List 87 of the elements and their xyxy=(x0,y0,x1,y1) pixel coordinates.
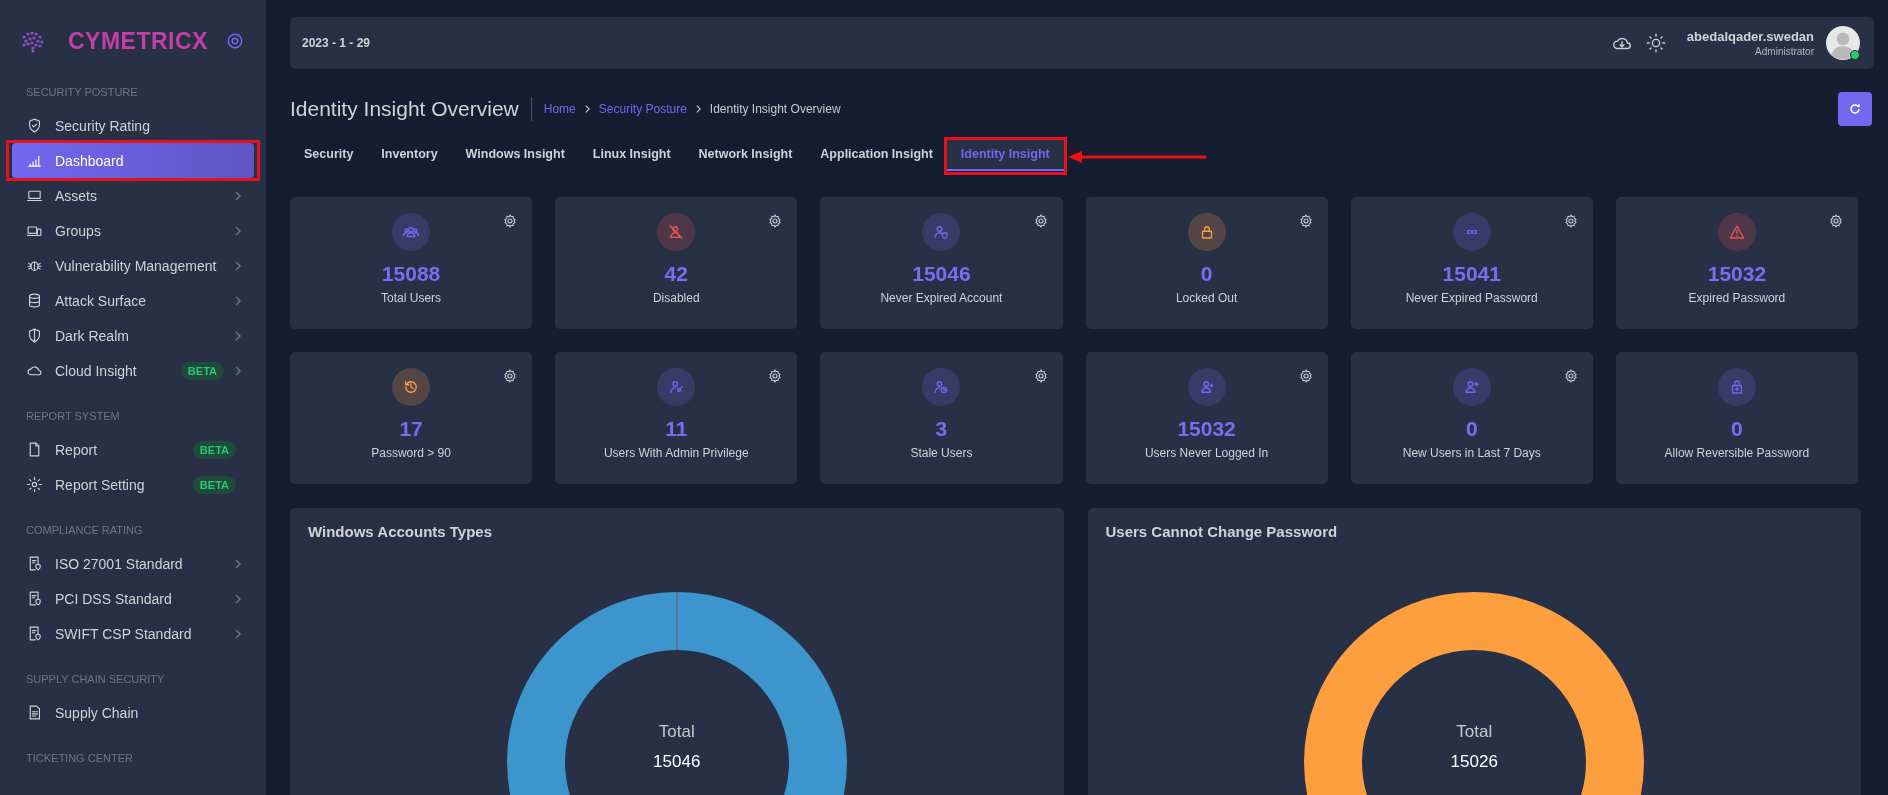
chart-title: Windows Accounts Types xyxy=(307,522,494,540)
sun-icon[interactable] xyxy=(1644,32,1667,54)
stat-value: 15032 xyxy=(1707,262,1767,286)
section-heading: SECURITY POSTURE xyxy=(25,85,139,100)
sidebar-item[interactable]: PCI DSS Standard xyxy=(12,581,254,616)
stat-value: 11 xyxy=(665,417,688,441)
sidebar-item[interactable]: Supply Chain xyxy=(12,695,254,730)
settings-icon[interactable] xyxy=(1297,213,1314,229)
breadcrumb-current: Identity Insight Overview xyxy=(709,102,841,116)
stat-label: Never Expired Password xyxy=(1405,291,1538,305)
avatar[interactable] xyxy=(1826,26,1860,60)
stat-value: 15041 xyxy=(1442,262,1501,286)
stat-value: 17 xyxy=(399,417,423,441)
beta-badge: BETA xyxy=(192,475,236,494)
date-label: 2023 - 1 - 29 xyxy=(302,36,371,50)
donut-total-label: Total xyxy=(1456,722,1493,742)
sidebar-toggle-icon[interactable] xyxy=(226,32,244,50)
stat-label: Allow Reversible Password xyxy=(1664,446,1810,460)
breadcrumb-link[interactable]: Security Posture xyxy=(598,102,687,116)
tab[interactable]: Security xyxy=(290,139,368,171)
stat-value: 15046 xyxy=(912,262,971,286)
stat-label: Total Users xyxy=(381,291,442,305)
stat-label: Never Expired Account xyxy=(880,291,1003,305)
sidebar-item[interactable]: Cloud Insight BETA xyxy=(12,353,254,388)
section-heading: TICKETING CENTER xyxy=(25,751,134,766)
stat-value: 15032 xyxy=(1177,417,1236,441)
tab[interactable]: Inventory xyxy=(367,139,452,171)
settings-icon[interactable] xyxy=(767,213,784,229)
settings-icon[interactable] xyxy=(502,368,519,384)
section-heading: REPORT SYSTEM xyxy=(25,409,121,424)
settings-icon[interactable] xyxy=(1562,213,1579,229)
sidebar-item[interactable]: Report BETA xyxy=(12,432,254,467)
stat-value: 42 xyxy=(664,262,688,286)
stat-label: Disabled xyxy=(652,291,700,305)
settings-icon[interactable] xyxy=(767,368,784,384)
settings-icon[interactable] xyxy=(1032,368,1049,384)
settings-icon[interactable] xyxy=(502,213,519,229)
donut-total-value: 15026 xyxy=(1450,752,1498,772)
tab[interactable]: Linux Insight xyxy=(578,139,685,171)
settings-icon[interactable] xyxy=(1297,368,1314,384)
stat-label: Users With Admin Privilege xyxy=(603,446,749,460)
sidebar-item[interactable]: Groups xyxy=(12,213,254,248)
settings-icon[interactable] xyxy=(1032,213,1049,229)
refresh-button[interactable] xyxy=(1838,92,1872,126)
donut-total-label: Total xyxy=(658,722,695,742)
user-role: Administrator xyxy=(1755,46,1814,57)
tab[interactable]: Application Insight xyxy=(806,139,947,171)
chevron-right-icon xyxy=(694,104,702,114)
sidebar-item[interactable]: Vulnerability Management xyxy=(12,248,254,283)
stat-label: New Users in Last 7 Days xyxy=(1402,446,1541,460)
stat-value: 0 xyxy=(1200,262,1213,286)
stat-label: Locked Out xyxy=(1175,291,1238,305)
stat-value: 15088 xyxy=(381,262,441,286)
chart-title: Users Cannot Change Password xyxy=(1104,522,1339,540)
sidebar-item[interactable]: Dashboard xyxy=(12,143,254,178)
sidebar-item[interactable]: Dark Realm xyxy=(12,318,254,353)
stat-label: Expired Password xyxy=(1688,291,1786,305)
user-name: abedalqader.swedan xyxy=(1686,29,1814,44)
sidebar-item[interactable]: Report Setting BETA xyxy=(12,467,254,502)
brand-name: CYMETRICX xyxy=(68,27,209,55)
stat-value: 0 xyxy=(1731,417,1743,441)
stat-value: 0 xyxy=(1465,417,1478,441)
chevron-right-icon xyxy=(583,104,591,114)
sidebar-item[interactable]: SWIFT CSP Standard xyxy=(12,616,254,651)
stat-label: Password > 90 xyxy=(371,446,451,460)
section-heading: COMPLIANCE RATING xyxy=(25,523,144,538)
donut-total-value: 15046 xyxy=(653,752,701,772)
stat-value: 3 xyxy=(935,417,948,441)
settings-icon[interactable] xyxy=(1828,213,1844,229)
stat-label: Users Never Logged In xyxy=(1144,446,1269,460)
refresh-icon xyxy=(1847,101,1863,117)
sidebar-item[interactable]: Assets xyxy=(12,178,254,213)
sidebar-item[interactable]: Attack Surface xyxy=(12,283,254,318)
beta-badge: BETA xyxy=(192,440,236,459)
stat-label: Stale Users xyxy=(910,446,973,460)
tab[interactable]: Windows Insight xyxy=(451,139,579,171)
page-title: Identity Insight Overview xyxy=(290,97,532,121)
settings-icon[interactable] xyxy=(1562,368,1579,384)
shield-icon xyxy=(26,327,43,344)
database-icon xyxy=(26,292,43,309)
sidebar-item[interactable]: Security Rating xyxy=(12,108,254,143)
tab[interactable]: Network Insight xyxy=(684,139,807,171)
section-heading: SUPPLY CHAIN SECURITY xyxy=(25,672,166,687)
beta-badge: BETA xyxy=(180,361,224,380)
sidebar-item[interactable]: ISO 27001 Standard xyxy=(12,546,254,581)
shield-check-icon xyxy=(26,117,43,134)
breadcrumb-link[interactable]: Home xyxy=(543,102,576,116)
